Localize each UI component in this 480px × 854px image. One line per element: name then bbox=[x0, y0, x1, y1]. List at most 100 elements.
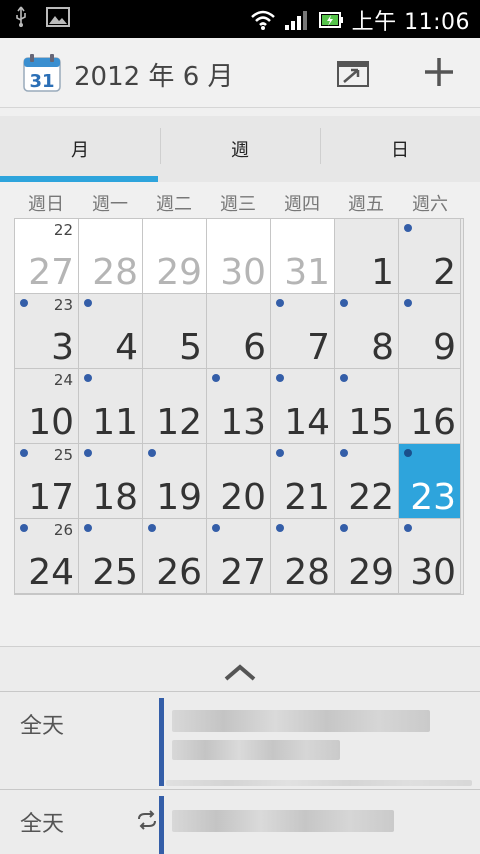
week-number: 22 bbox=[53, 221, 73, 239]
day-cell[interactable]: 15 bbox=[335, 369, 399, 444]
event-dot-icon bbox=[84, 299, 92, 307]
day-cell[interactable]: 18 bbox=[79, 444, 143, 519]
day-number: 11 bbox=[92, 402, 138, 443]
usb-icon bbox=[16, 6, 26, 27]
event-dot-icon bbox=[276, 299, 284, 307]
day-cell[interactable]: 23 bbox=[399, 444, 461, 519]
day-cell[interactable]: 22 bbox=[335, 444, 399, 519]
day-cell[interactable]: 8 bbox=[335, 294, 399, 369]
day-number: 30 bbox=[220, 252, 266, 293]
day-cell[interactable]: 27 bbox=[207, 519, 271, 594]
agenda-panel: 全天 全天 bbox=[0, 646, 480, 854]
event-allday-label: 全天 bbox=[20, 812, 65, 837]
day-cell[interactable]: 22 27 bbox=[15, 219, 79, 294]
day-cell[interactable]: 1 bbox=[335, 219, 399, 294]
day-number: 16 bbox=[410, 402, 456, 443]
day-number: 23 bbox=[410, 477, 456, 518]
day-cell[interactable]: 19 bbox=[143, 444, 207, 519]
day-cell[interactable]: 30 bbox=[399, 519, 461, 594]
event-dot-icon bbox=[276, 449, 284, 457]
event-divider-redacted bbox=[166, 780, 472, 786]
day-cell[interactable]: 21 bbox=[271, 444, 335, 519]
day-cell[interactable]: 7 bbox=[271, 294, 335, 369]
event-dot-icon bbox=[20, 524, 28, 532]
day-cell[interactable]: 6 bbox=[207, 294, 271, 369]
agenda-event-row[interactable]: 全天 bbox=[0, 691, 480, 789]
calendar-app-icon[interactable]: 31 bbox=[22, 53, 62, 93]
weekday-label: 週四 bbox=[284, 194, 320, 215]
event-title-redacted bbox=[172, 810, 394, 832]
event-dot-icon bbox=[84, 449, 92, 457]
day-number: 19 bbox=[156, 477, 202, 518]
tab-week[interactable]: 週 bbox=[160, 116, 320, 182]
day-cell[interactable]: 29 bbox=[143, 219, 207, 294]
day-number: 27 bbox=[220, 552, 266, 593]
event-dot-icon bbox=[404, 524, 412, 532]
day-number: 31 bbox=[284, 252, 330, 293]
tab-month[interactable]: 月 bbox=[0, 116, 160, 182]
day-cell[interactable]: 26 24 bbox=[15, 519, 79, 594]
weekday-label: 週三 bbox=[220, 194, 256, 215]
day-number: 13 bbox=[220, 402, 266, 443]
day-number: 4 bbox=[115, 327, 138, 368]
status-bar-left bbox=[14, 6, 70, 28]
day-number: 3 bbox=[51, 327, 74, 368]
day-cell[interactable]: 26 bbox=[143, 519, 207, 594]
weekday-label: 週日 bbox=[28, 194, 64, 215]
tab-selected-indicator bbox=[0, 176, 158, 182]
day-cell[interactable]: 2 bbox=[399, 219, 461, 294]
day-cell[interactable]: 31 bbox=[271, 219, 335, 294]
day-number: 5 bbox=[179, 327, 202, 368]
today-icon[interactable] bbox=[336, 58, 370, 88]
day-number: 29 bbox=[156, 252, 202, 293]
day-cell[interactable]: 13 bbox=[207, 369, 271, 444]
day-cell[interactable]: 16 bbox=[399, 369, 461, 444]
status-bar: 上午 11:06 bbox=[0, 0, 480, 38]
day-number: 27 bbox=[28, 252, 74, 293]
weekday-label: 週一 bbox=[92, 194, 128, 215]
day-cell[interactable]: 5 bbox=[143, 294, 207, 369]
day-cell[interactable]: 9 bbox=[399, 294, 461, 369]
event-dot-icon bbox=[340, 374, 348, 382]
event-dot-icon bbox=[404, 449, 412, 457]
tab-day[interactable]: 日 bbox=[320, 116, 480, 182]
day-number: 7 bbox=[307, 327, 330, 368]
day-cell[interactable]: 11 bbox=[79, 369, 143, 444]
day-number: 28 bbox=[284, 552, 330, 593]
day-cell[interactable]: 24 10 bbox=[15, 369, 79, 444]
status-time: 上午 11:06 bbox=[351, 10, 470, 35]
day-cell[interactable]: 12 bbox=[143, 369, 207, 444]
day-cell[interactable]: 25 17 bbox=[15, 444, 79, 519]
day-number: 18 bbox=[92, 477, 138, 518]
day-cell[interactable]: 30 bbox=[207, 219, 271, 294]
day-cell[interactable]: 23 3 bbox=[15, 294, 79, 369]
event-dot-icon bbox=[20, 299, 28, 307]
event-dot-icon bbox=[404, 299, 412, 307]
event-dot-icon bbox=[84, 524, 92, 532]
event-color-bar bbox=[159, 698, 164, 786]
day-cell[interactable]: 28 bbox=[271, 519, 335, 594]
signal-icon bbox=[284, 11, 307, 30]
event-dot-icon bbox=[84, 374, 92, 382]
add-icon[interactable] bbox=[421, 54, 457, 90]
day-number: 9 bbox=[433, 327, 456, 368]
chevron-up-icon[interactable] bbox=[222, 661, 258, 683]
event-dot-icon bbox=[148, 449, 156, 457]
day-number: 30 bbox=[410, 552, 456, 593]
day-cell[interactable]: 4 bbox=[79, 294, 143, 369]
event-detail-redacted bbox=[172, 740, 340, 760]
day-cell[interactable]: 25 bbox=[79, 519, 143, 594]
week-number: 24 bbox=[53, 371, 73, 389]
day-cell[interactable]: 29 bbox=[335, 519, 399, 594]
day-cell[interactable]: 20 bbox=[207, 444, 271, 519]
event-dot-icon bbox=[212, 524, 220, 532]
weekday-label: 週二 bbox=[156, 194, 192, 215]
event-dot-icon bbox=[340, 299, 348, 307]
wifi-icon bbox=[250, 10, 275, 30]
day-cell[interactable]: 14 bbox=[271, 369, 335, 444]
day-number: 21 bbox=[284, 477, 330, 518]
weekday-label: 週五 bbox=[348, 194, 384, 215]
agenda-event-row[interactable]: 全天 bbox=[0, 789, 480, 854]
day-cell[interactable]: 28 bbox=[79, 219, 143, 294]
month-title[interactable]: 2012 年 6 月 bbox=[74, 56, 234, 93]
